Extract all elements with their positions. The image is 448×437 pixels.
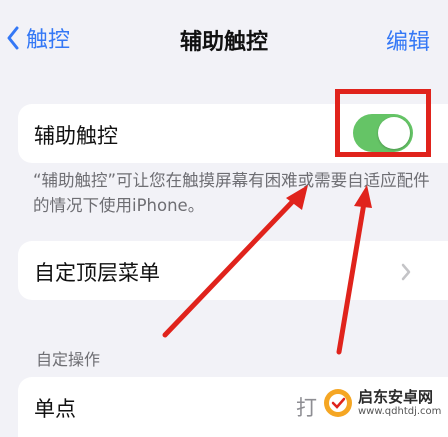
watermark-url: www.qdhtdj.com bbox=[358, 405, 442, 417]
annotation-arrow-right bbox=[336, 185, 372, 355]
watermark-text: 启东安卓网 www.qdhtdj.com bbox=[358, 387, 442, 418]
annotation-arrows bbox=[162, 185, 372, 355]
annotation-arrow-left bbox=[162, 185, 308, 338]
watermark-name: 启东安卓网 bbox=[358, 387, 434, 406]
watermark: 启东安卓网 www.qdhtdj.com bbox=[322, 383, 446, 423]
watermark-logo-icon bbox=[324, 389, 352, 417]
